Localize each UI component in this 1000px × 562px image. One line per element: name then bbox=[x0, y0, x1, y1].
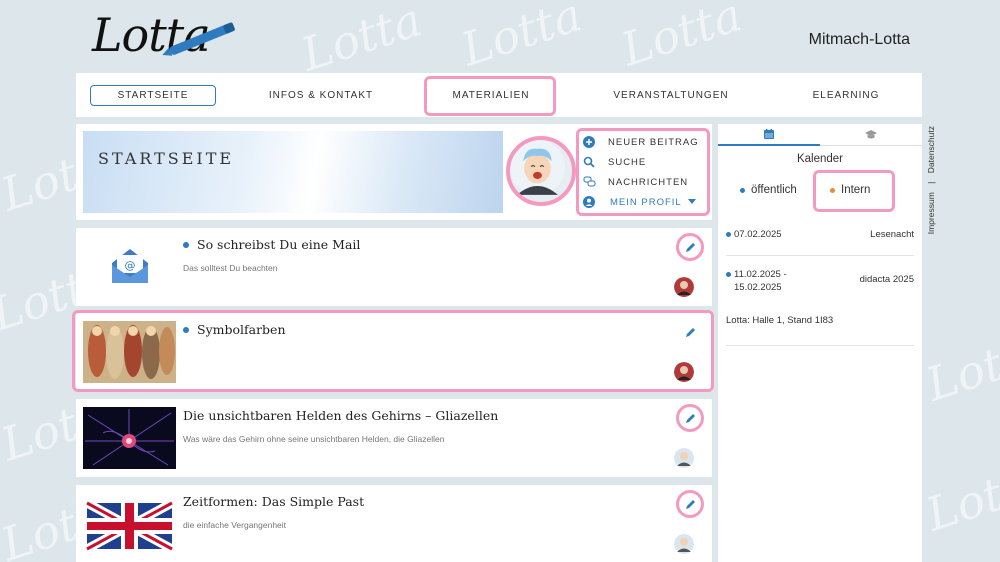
event-date: 11.02.2025 - 15.02.2025 bbox=[734, 269, 787, 293]
my-profile-label: MEIN PROFIL bbox=[610, 196, 682, 208]
post-title-text: Symbolfarben bbox=[197, 322, 286, 337]
tab-elearning[interactable] bbox=[820, 124, 922, 146]
page-title: STARTSEITE bbox=[98, 149, 235, 168]
nav-veranstaltungen[interactable]: VERANSTALTUNGEN bbox=[606, 90, 736, 101]
sidebar-tabs bbox=[718, 124, 922, 146]
footer-links: Impressum | Datenschutz bbox=[924, 126, 938, 251]
nav-infos-kontakt[interactable]: INFOS & KONTAKT bbox=[256, 90, 386, 101]
new-post-label: NEUER BEITRAG bbox=[608, 136, 699, 148]
post-card[interactable]: Symbolfarben bbox=[76, 313, 712, 391]
post-thumbnail-neurons bbox=[83, 407, 176, 469]
new-post-button[interactable]: NEUER BEITRAG bbox=[578, 132, 708, 152]
pen-icon bbox=[162, 22, 235, 56]
edit-post-button[interactable] bbox=[676, 404, 704, 432]
search-icon bbox=[582, 155, 596, 169]
post-title[interactable]: Symbolfarben bbox=[183, 322, 286, 337]
calendar-event[interactable]: 11.02.2025 - 15.02.2025 didacta 2025 bbox=[726, 268, 914, 294]
post-title[interactable]: Zeitformen: Das Simple Past bbox=[183, 494, 364, 509]
hero-panel: STARTSEITE NEUER BEITRAG SUCHE NACHRICHT… bbox=[76, 124, 712, 220]
search-label: SUCHE bbox=[608, 156, 647, 168]
site-name[interactable]: Mitmach-Lotta bbox=[809, 31, 910, 49]
calendar-event[interactable]: 07.02.2025 Lesenacht bbox=[726, 229, 914, 240]
messages-label: NACHRICHTEN bbox=[608, 176, 689, 188]
legend-internal[interactable]: Intern bbox=[830, 184, 870, 196]
privacy-link[interactable]: Datenschutz bbox=[926, 126, 936, 173]
event-date: 07.02.2025 bbox=[734, 229, 782, 240]
post-subtitle: Was wäre das Gehirn ohne seine unsichtba… bbox=[183, 434, 445, 444]
hero-banner: STARTSEITE bbox=[83, 131, 503, 213]
event-separator bbox=[726, 255, 914, 256]
nav-elearning[interactable]: ELEARNING bbox=[786, 90, 906, 101]
event-name: didacta 2025 bbox=[859, 274, 914, 285]
calendar-icon bbox=[764, 129, 774, 139]
pencil-icon bbox=[685, 242, 695, 252]
post-subtitle: Das solltest Du beachten bbox=[183, 263, 278, 273]
post-card[interactable]: Die unsichtbaren Helden des Gehirns – Gl… bbox=[76, 399, 712, 477]
edit-post-button[interactable] bbox=[676, 318, 704, 346]
author-avatar[interactable] bbox=[674, 362, 694, 382]
main-nav: STARTSEITE INFOS & KONTAKT MATERIALIEN V… bbox=[76, 73, 922, 117]
graduation-cap-icon bbox=[865, 129, 877, 138]
post-card[interactable]: Zeitformen: Das Simple Past die einfache… bbox=[76, 485, 712, 562]
author-avatar[interactable] bbox=[674, 277, 694, 297]
author-avatar[interactable] bbox=[674, 448, 694, 468]
post-subtitle: die einfache Vergangenheit bbox=[183, 520, 287, 530]
calendar-title: Kalender bbox=[796, 153, 844, 165]
unread-dot bbox=[183, 241, 189, 248]
imprint-link[interactable]: Impressum bbox=[926, 192, 936, 234]
logo[interactable]: Lotta bbox=[92, 8, 252, 70]
nav-startseite[interactable]: STARTSEITE bbox=[90, 84, 216, 106]
plus-circle-icon bbox=[582, 135, 596, 149]
pencil-icon bbox=[685, 499, 695, 509]
post-title[interactable]: Die unsichtbaren Helden des Gehirns – Gl… bbox=[183, 408, 498, 423]
pencil-icon bbox=[685, 413, 695, 423]
author-avatar[interactable] bbox=[674, 534, 694, 554]
event-detail: Lotta: Halle 1, Stand 1I83 bbox=[726, 315, 834, 326]
chat-icon bbox=[582, 175, 596, 189]
footer-separator: | bbox=[926, 181, 936, 184]
profile-avatar[interactable] bbox=[506, 136, 576, 206]
pencil-icon bbox=[685, 327, 695, 337]
profile-menu: NEUER BEITRAG SUCHE NACHRICHTEN MEIN PRO… bbox=[578, 132, 708, 214]
post-thumbnail-union-jack bbox=[83, 493, 176, 555]
messages-button[interactable]: NACHRICHTEN bbox=[578, 172, 708, 192]
legend-public[interactable]: öffentlich bbox=[740, 184, 797, 196]
avatar-illustration bbox=[510, 140, 565, 195]
my-profile-button[interactable]: MEIN PROFIL bbox=[578, 192, 708, 212]
tab-calendar[interactable] bbox=[718, 124, 820, 146]
caret-down-icon bbox=[687, 197, 696, 208]
edit-post-button[interactable] bbox=[676, 233, 704, 261]
search-button[interactable]: SUCHE bbox=[578, 152, 708, 172]
nav-materialien[interactable]: MATERIALIEN bbox=[428, 90, 554, 101]
calendar-sidebar: Kalender öffentlich Intern 07.02.2025 Le… bbox=[718, 124, 922, 562]
svg-text:@: @ bbox=[124, 259, 135, 272]
unread-dot bbox=[183, 326, 189, 333]
event-separator bbox=[726, 345, 914, 346]
post-thumbnail-mail: @ bbox=[83, 236, 176, 298]
event-name: Lesenacht bbox=[870, 229, 914, 240]
post-title-text: So schreibst Du eine Mail bbox=[197, 237, 361, 252]
edit-post-button[interactable] bbox=[676, 490, 704, 518]
post-thumbnail-painting bbox=[83, 321, 176, 383]
post-title[interactable]: So schreibst Du eine Mail bbox=[183, 237, 360, 252]
user-circle-icon bbox=[582, 195, 596, 209]
post-card[interactable]: @ So schreibst Du eine Mail Das solltest… bbox=[76, 228, 712, 306]
